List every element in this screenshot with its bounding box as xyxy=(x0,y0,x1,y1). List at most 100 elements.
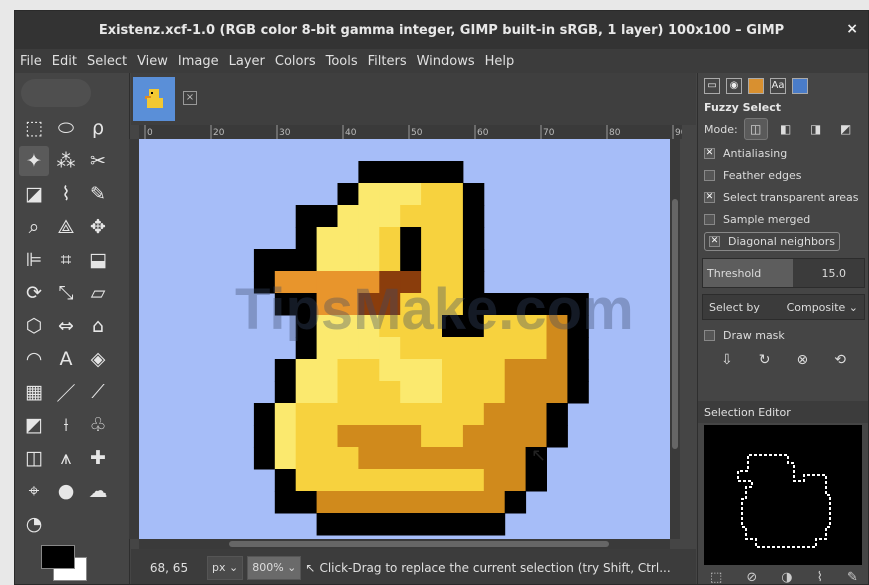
clone-icon[interactable]: ⩚ xyxy=(51,443,81,473)
mode-intersect-icon[interactable]: ◩ xyxy=(834,118,858,140)
select-by-color-icon[interactable]: ⁂ xyxy=(51,146,81,176)
restore-options-icon[interactable]: ↻ xyxy=(759,352,771,368)
patterns-tab-icon[interactable] xyxy=(792,78,808,94)
menu-image[interactable]: Image xyxy=(173,54,224,69)
select-by-combo[interactable]: Select by Composite ⌄ xyxy=(702,294,865,320)
image-canvas[interactable]: TipsMake.com ↖ xyxy=(139,139,670,539)
menu-layer[interactable]: Layer xyxy=(224,54,270,69)
option-select-transparent-areas[interactable]: ✕ Select transparent areas xyxy=(698,186,868,208)
device-status-tab-icon[interactable]: ◉ xyxy=(726,78,742,94)
duck-pixel xyxy=(546,381,568,404)
horizontal-scrollbar[interactable] xyxy=(139,539,670,549)
mode-subtract-icon[interactable]: ◨ xyxy=(804,118,828,140)
crop-icon[interactable]: ⌗ xyxy=(51,245,81,275)
close-icon[interactable]: × xyxy=(846,21,858,37)
threshold-slider[interactable]: Threshold 15.0 xyxy=(702,258,865,288)
menu-edit[interactable]: Edit xyxy=(47,54,82,69)
draw-mask-option[interactable]: Draw mask xyxy=(698,324,868,346)
unified-transform-icon[interactable]: ⬓ xyxy=(83,245,113,275)
foreground-color-swatch[interactable] xyxy=(41,545,75,569)
fg-bg-colors[interactable] xyxy=(39,545,99,584)
warp-icon[interactable]: ◠ xyxy=(19,344,49,374)
ink-icon[interactable]: ♧ xyxy=(83,410,113,440)
menu-tools[interactable]: Tools xyxy=(321,54,363,69)
fonts-tab-icon[interactable]: Aa xyxy=(770,78,786,94)
scale-icon[interactable]: ⤡ xyxy=(51,278,81,308)
color-picker-icon[interactable]: ✎ xyxy=(83,179,113,209)
fuzzy-select-icon[interactable]: ✦ xyxy=(19,146,49,176)
free-select-icon[interactable]: ρ xyxy=(83,113,113,143)
blur-icon[interactable]: ● xyxy=(51,476,81,506)
option-checkbox[interactable]: ✕ xyxy=(704,191,715,203)
mode-add-icon[interactable]: ◧ xyxy=(774,118,798,140)
pencil-icon[interactable]: ／ xyxy=(51,377,81,407)
airbrush-icon[interactable]: ⟊ xyxy=(51,410,81,440)
save-options-icon[interactable]: ⇩ xyxy=(721,352,733,368)
perspective-icon[interactable]: ⬡ xyxy=(19,311,49,341)
option-antialiasing[interactable]: ✕ Antialiasing xyxy=(698,142,868,164)
option-feather-edges[interactable]: Feather edges xyxy=(698,164,868,186)
reset-options-icon[interactable]: ⟲ xyxy=(834,352,846,368)
paths-icon[interactable]: ⌇ xyxy=(51,179,81,209)
align-icon[interactable]: ⊫ xyxy=(19,245,49,275)
menu-windows[interactable]: Windows xyxy=(412,54,480,69)
vertical-scrollbar[interactable] xyxy=(670,139,680,539)
vertical-ruler xyxy=(129,139,139,539)
option-sample-merged[interactable]: Sample merged xyxy=(698,208,868,230)
text-icon[interactable]: A xyxy=(51,344,81,374)
duck-pixel xyxy=(337,381,359,404)
smudge-icon[interactable]: ☁ xyxy=(83,476,113,506)
tool-options-tab-icon[interactable]: ▭ xyxy=(704,78,720,94)
brushes-tab-icon[interactable] xyxy=(748,78,764,94)
stroke-selection-icon[interactable]: ✎ xyxy=(847,570,858,585)
mypaint-brush-icon[interactable]: ◫ xyxy=(19,443,49,473)
duck-pixel xyxy=(504,403,527,426)
option-checkbox[interactable]: ✕ xyxy=(709,235,720,247)
ruler-tick-label: 50 xyxy=(411,128,423,138)
duck-pixel xyxy=(462,425,485,448)
gradient-icon[interactable]: ▦ xyxy=(19,377,49,407)
rect-select-icon[interactable]: ⬚ xyxy=(19,113,49,143)
zoom-select[interactable]: 800% ⌄ xyxy=(247,555,302,580)
duck-pixel xyxy=(379,491,401,514)
menu-view[interactable]: View xyxy=(132,54,173,69)
duck-pixel xyxy=(316,491,338,514)
draw-mask-checkbox[interactable] xyxy=(704,329,715,341)
mode-replace-icon[interactable]: ◫ xyxy=(743,118,768,140)
ellipse-select-icon[interactable]: ⬭ xyxy=(51,113,81,143)
shear-icon[interactable]: ▱ xyxy=(83,278,113,308)
move-icon[interactable]: ✥ xyxy=(83,212,113,242)
zoom-icon[interactable]: ⌕ xyxy=(19,212,49,242)
dodge-burn-icon[interactable]: ◔ xyxy=(19,509,49,539)
duck-image[interactable]: TipsMake.com ↖ xyxy=(139,139,670,539)
flip-icon[interactable]: ⇔ xyxy=(51,311,81,341)
tab-close-icon[interactable]: × xyxy=(183,91,197,105)
option-checkbox[interactable] xyxy=(704,169,715,181)
select-none-icon[interactable]: ⊘ xyxy=(746,570,757,585)
heal-icon[interactable]: ✚ xyxy=(83,443,113,473)
rotate-icon[interactable]: ⟳ xyxy=(19,278,49,308)
eraser-icon[interactable]: ◩ xyxy=(19,410,49,440)
foreground-select-icon[interactable]: ◪ xyxy=(19,179,49,209)
menu-colors[interactable]: Colors xyxy=(270,54,321,69)
menu-filters[interactable]: Filters xyxy=(363,54,412,69)
perspective-clone-icon[interactable]: ⌖ xyxy=(19,476,49,506)
invert-selection-icon[interactable]: ◑ xyxy=(781,570,792,585)
unit-select[interactable]: px ⌄ xyxy=(207,555,244,580)
option-checkbox[interactable] xyxy=(704,213,715,225)
measure-icon[interactable]: ⟁ xyxy=(51,212,81,242)
bucket-fill-icon[interactable]: ◈ xyxy=(83,344,113,374)
cage-icon[interactable]: ⌂ xyxy=(83,311,113,341)
duck-thumbnail-icon[interactable] xyxy=(133,77,175,121)
paintbrush-icon[interactable]: ⟋ xyxy=(83,377,113,407)
menu-file[interactable]: File xyxy=(15,54,47,69)
menu-select[interactable]: Select xyxy=(82,54,132,69)
delete-options-icon[interactable]: ⊗ xyxy=(797,352,809,368)
scissors-select-icon[interactable]: ✂ xyxy=(83,146,113,176)
menu-help[interactable]: Help xyxy=(480,54,520,69)
option-checkbox[interactable]: ✕ xyxy=(704,147,715,159)
select-all-icon[interactable]: ⬚ xyxy=(710,570,722,585)
option-diagonal-neighbors[interactable]: ✕ Diagonal neighbors xyxy=(698,230,868,252)
to-path-icon[interactable]: ⌇ xyxy=(817,570,823,585)
right-dock: ▭ ◉ Aa Fuzzy Select Mode: ◫ ◧ ◨ ◩ ✕ Antia… xyxy=(697,73,868,585)
